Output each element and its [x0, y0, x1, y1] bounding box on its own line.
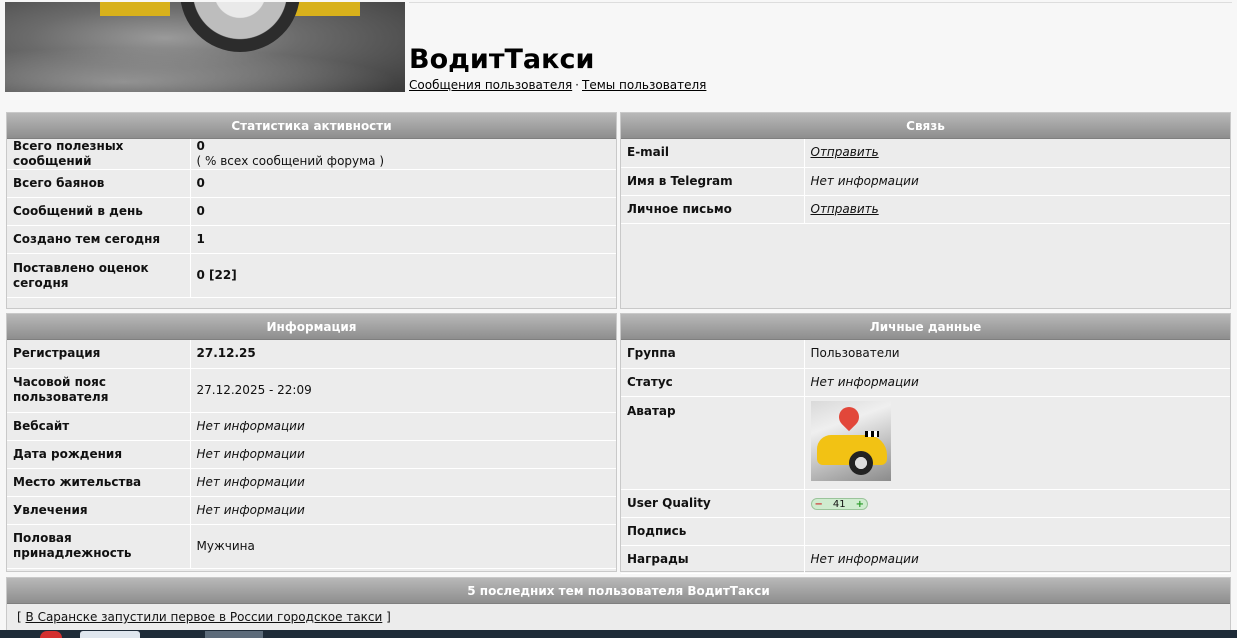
personal-row: Группа Пользователи [621, 340, 1230, 369]
user-quality-score: 41 [832, 498, 846, 510]
telegram-value: Нет информации [804, 167, 1230, 196]
personal-label: Награды [621, 545, 805, 574]
stat-label: Создано тем сегодня [7, 225, 191, 254]
taxi-wheel-banner-image [5, 2, 405, 92]
contact-row: E-mail Отправить [621, 139, 1230, 168]
browser-taskbar-icon[interactable] [40, 631, 62, 638]
user-posts-link[interactable]: Сообщения пользователя [409, 78, 572, 92]
info-row: Вебсайт Нет информации [7, 412, 616, 441]
panel-title: 5 последних тем пользователя ВодитТакси [7, 578, 1230, 604]
contact-label: E-mail [621, 139, 805, 168]
contact-row: Имя в Telegram Нет информации [621, 167, 1230, 196]
stat-row: Поставлено оценок сегодня 0 [22] [7, 253, 616, 298]
stat-label: Всего баянов [7, 169, 191, 198]
contact-label: Личное письмо [621, 195, 805, 224]
info-label: Дата рождения [7, 440, 191, 469]
personal-label: Группа [621, 340, 805, 369]
info-value: Нет информации [190, 440, 616, 469]
personal-row: User Quality − 41 + [621, 489, 1230, 518]
info-label: Увлечения [7, 496, 191, 525]
os-taskbar [0, 630, 1237, 638]
info-label: Вебсайт [7, 412, 191, 441]
panel-title: Личные данные [621, 314, 1230, 340]
personal-label: User Quality [621, 489, 805, 518]
panel-title: Информация [7, 314, 616, 340]
info-value: Нет информации [190, 468, 616, 497]
stat-label: Всего полезных сообщений [7, 139, 191, 170]
contact-row: Личное письмо Отправить [621, 195, 1230, 224]
stat-row: Сообщений в день 0 [7, 197, 616, 226]
stat-row: Всего баянов 0 [7, 169, 616, 198]
info-row: Половая принадлежность Мужчина [7, 524, 616, 569]
stat-value: 1 [190, 225, 616, 254]
personal-value: Нет информации [804, 545, 1230, 574]
personal-row: Аватар [621, 396, 1230, 490]
info-label: Регистрация [7, 340, 191, 369]
personal-data-panel: Личные данные Группа Пользователи Статус… [620, 313, 1231, 574]
stat-value: 0 [196, 139, 205, 153]
user-links: Сообщения пользователя · Темы пользователя [409, 78, 706, 92]
topic-list-item: [ В Саранске запустили первое в России г… [17, 610, 391, 624]
vote-down-button[interactable]: − [815, 497, 823, 512]
stat-label: Поставлено оценок сегодня [7, 253, 191, 298]
info-label: Половая принадлежность [7, 524, 191, 569]
contact-label: Имя в Telegram [621, 167, 805, 196]
user-topics-link[interactable]: Темы пользователя [582, 78, 706, 92]
recent-topics-panel: 5 последних тем пользователя ВодитТакси … [6, 577, 1231, 633]
personal-value: Нет информации [804, 368, 1230, 397]
info-value: Нет информации [190, 496, 616, 525]
stat-label: Сообщений в день [7, 197, 191, 226]
info-row: Дата рождения Нет информации [7, 440, 616, 469]
stat-row: Создано тем сегодня 1 [7, 225, 616, 254]
vote-up-button[interactable]: + [856, 497, 864, 512]
personal-row: Подпись [621, 517, 1230, 546]
info-row: Регистрация 27.12.25 [7, 340, 616, 369]
personal-value: Пользователи [804, 340, 1230, 369]
link-separator: · [575, 78, 579, 92]
personal-row: Статус Нет информации [621, 368, 1230, 397]
stat-value: 0 [190, 169, 616, 198]
info-value: 27.12.25 [190, 340, 616, 369]
info-value: Мужчина [190, 524, 616, 569]
info-value: 27.12.2025 - 22:09 [190, 368, 616, 413]
page-header: ВодитТакси Сообщения пользователя · Темы п… [0, 0, 1237, 100]
personal-label: Аватар [621, 396, 805, 490]
contact-panel: Связь E-mail Отправить Имя в Telegram Не… [620, 112, 1231, 309]
info-label: Часовой пояс пользователя [7, 368, 191, 413]
information-panel: Информация Регистрация 27.12.25 Часовой … [6, 313, 617, 572]
signature-value [804, 517, 1230, 546]
info-value: Нет информации [190, 412, 616, 441]
recent-topic-link[interactable]: В Саранске запустили первое в России гор… [26, 610, 383, 624]
info-label: Место жительства [7, 468, 191, 497]
user-name-title: ВодитТакси [409, 44, 595, 75]
stat-row: Всего полезных сообщений 0( % всех сообщ… [7, 139, 616, 170]
stat-sub: ( % всех сообщений форума ) [196, 154, 385, 168]
taxi-avatar-image [810, 400, 891, 481]
info-row: Часовой пояс пользователя 27.12.2025 - 2… [7, 368, 616, 413]
panel-title: Статистика активности [7, 113, 616, 139]
personal-row: Награды Нет информации [621, 545, 1230, 574]
info-row: Место жительства Нет информации [7, 468, 616, 497]
user-quality-widget: − 41 + [810, 497, 869, 512]
activity-stats-panel: Статистика активности Всего полезных соо… [6, 112, 617, 309]
personal-label: Подпись [621, 517, 805, 546]
send-email-link[interactable]: Отправить [811, 145, 879, 159]
stat-value: 0 [22] [190, 253, 616, 298]
taskbar-window-button[interactable] [80, 631, 140, 638]
send-private-message-link[interactable]: Отправить [811, 202, 879, 216]
stat-value: 0 [190, 197, 616, 226]
info-row: Увлечения Нет информации [7, 496, 616, 525]
panel-title: Связь [621, 113, 1230, 139]
taskbar-window-button[interactable] [205, 631, 263, 638]
personal-label: Статус [621, 368, 805, 397]
